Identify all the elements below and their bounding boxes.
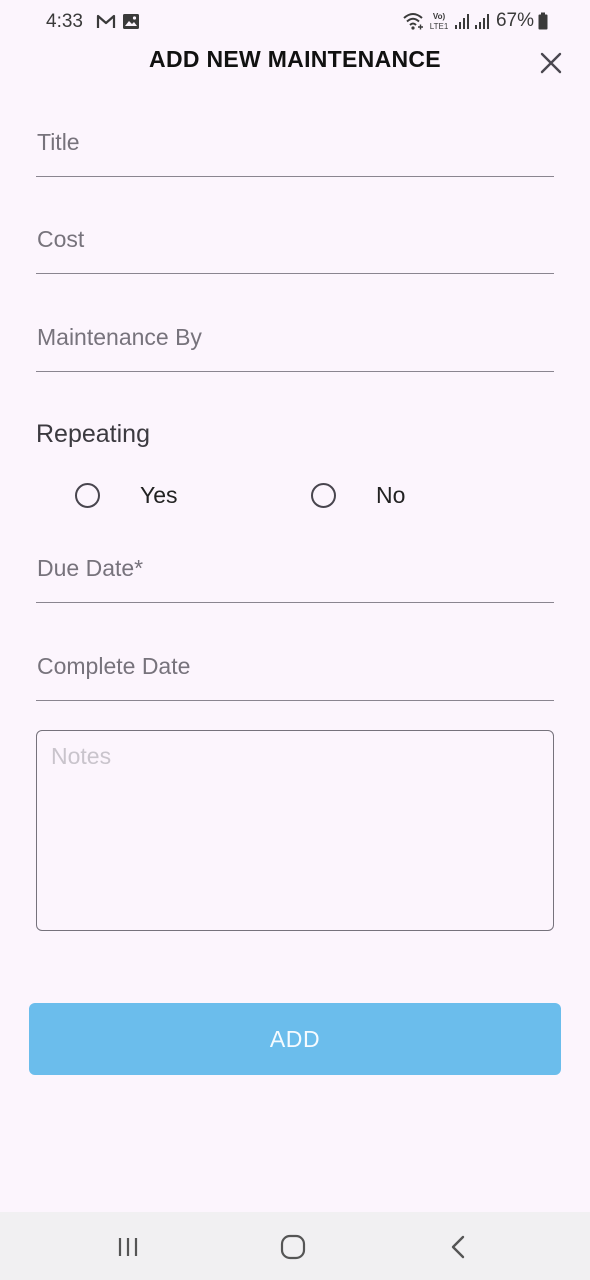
add-button-label: ADD — [269, 1025, 321, 1052]
repeating-label: Repeating — [36, 420, 150, 448]
signal-icon — [454, 14, 469, 29]
notes-textarea[interactable]: Notes — [36, 730, 554, 931]
close-icon[interactable] — [538, 50, 564, 76]
cost-field[interactable]: Cost — [36, 214, 554, 274]
due-date-field[interactable]: Due Date* — [36, 543, 554, 603]
recent-apps-icon[interactable] — [113, 1232, 143, 1262]
status-time: 4:33 — [46, 11, 83, 32]
gallery-icon — [123, 14, 139, 29]
add-maintenance-screen: 4:33 Vo) LTE1 67% ADD NEW MAINTENANCE Ti… — [0, 0, 590, 1280]
title-field[interactable]: Title — [36, 117, 554, 177]
page-title: ADD NEW MAINTENANCE — [149, 46, 441, 72]
home-icon[interactable] — [278, 1232, 308, 1262]
wifi-icon — [403, 13, 423, 30]
status-bar: 4:33 Vo) LTE1 67% — [0, 0, 590, 44]
radio-yes-label: Yes — [140, 481, 178, 508]
repeating-no-radio[interactable]: No — [311, 478, 405, 512]
notes-placeholder: Notes — [51, 743, 112, 769]
radio-circle-icon — [75, 482, 100, 508]
radio-circle-icon — [311, 482, 336, 508]
status-icons: Vo) LTE1 67% — [402, 10, 548, 32]
lte-text: LTE1 — [430, 22, 449, 31]
navigation-bar — [0, 1212, 590, 1280]
gmail-icon — [96, 14, 116, 28]
repeating-yes-radio[interactable]: Yes — [75, 478, 178, 512]
cost-label: Cost — [37, 226, 85, 252]
radio-no-label: No — [376, 481, 406, 508]
maintenance-by-label: Maintenance By — [37, 324, 202, 350]
due-date-label: Due Date* — [37, 555, 144, 581]
volte-text: Vo) — [433, 12, 446, 21]
back-icon[interactable] — [444, 1232, 474, 1262]
title-label: Title — [37, 129, 80, 155]
battery-percent: 67% — [495, 10, 534, 31]
volte-icon: Vo) LTE1 — [430, 12, 449, 31]
battery-icon — [538, 12, 548, 30]
signal-icon — [474, 14, 489, 29]
complete-date-label: Complete Date — [37, 653, 191, 679]
add-button[interactable]: ADD — [29, 1003, 561, 1075]
complete-date-field[interactable]: Complete Date — [36, 641, 554, 701]
maintenance-by-field[interactable]: Maintenance By — [36, 312, 554, 372]
